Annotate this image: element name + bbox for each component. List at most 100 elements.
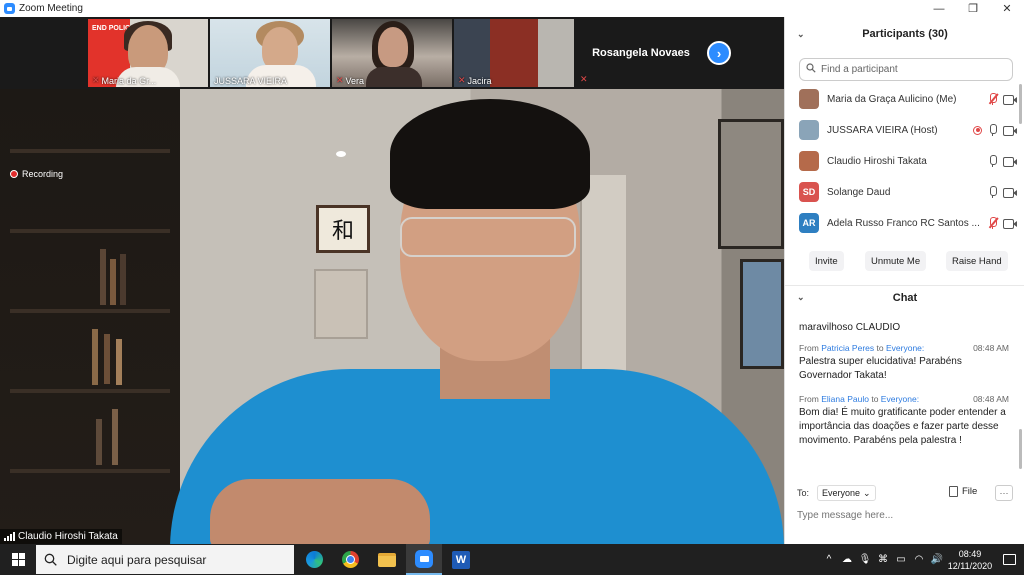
start-button[interactable]: [0, 544, 36, 575]
mic-icon[interactable]: [987, 186, 998, 198]
participants-scrollbar[interactable]: [1019, 84, 1022, 124]
avatar: [799, 120, 819, 140]
muted-mic-icon: ✕: [580, 74, 588, 84]
picture-frame: [718, 119, 784, 249]
speaker-glasses: [400, 217, 576, 257]
participant-row[interactable]: Maria da Graça Aulicino (Me): [785, 84, 1021, 114]
network-icon[interactable]: ⌘: [874, 544, 892, 575]
video-tile[interactable]: ✕ Vera: [332, 19, 452, 87]
mic-icon[interactable]: [987, 155, 998, 167]
microphone-icon[interactable]: 🎙: [856, 544, 874, 575]
video-tile[interactable]: JUSSARA VIEIRA: [210, 19, 330, 87]
unmute-me-button[interactable]: Unmute Me: [865, 251, 927, 271]
chat-message: From Patricia Peres to Everyone: 08:48 A…: [799, 343, 1009, 383]
chrome-icon: [341, 551, 359, 568]
chat-scrollbar[interactable]: [1019, 429, 1022, 469]
folder-icon: [378, 552, 396, 567]
invite-button[interactable]: Invite: [809, 251, 844, 271]
taskbar-chrome[interactable]: [332, 544, 368, 575]
next-page-button[interactable]: ›: [707, 41, 731, 65]
active-speaker-video: 和 Recording Claudio Hiroshi Takata: [0, 89, 784, 544]
more-options-button[interactable]: ···: [995, 485, 1013, 501]
participant-name: Maria da Graça Aulicino (Me): [827, 93, 957, 105]
chat-title: Chat: [892, 291, 918, 304]
muted-mic-icon: ✕: [92, 75, 100, 85]
zoom-icon: [415, 549, 433, 568]
chevron-down-icon: ⌄: [863, 487, 871, 498]
chat-message-input[interactable]: [797, 505, 1013, 525]
participant-row[interactable]: JUSSARA VIEIRA (Host): [785, 115, 1021, 145]
bookshelf: [0, 89, 180, 544]
participants-header: ⌄ Participants (30): [785, 17, 1024, 51]
onedrive-icon[interactable]: ☁: [838, 544, 856, 575]
participant-row[interactable]: SD Solange Daud: [785, 177, 1021, 207]
video-camera-icon[interactable]: [1003, 156, 1017, 167]
video-camera-icon[interactable]: [1003, 218, 1017, 229]
mic-icon[interactable]: [987, 124, 998, 136]
video-tile[interactable]: END POLIO NOW ✕ Maria da Gr...: [88, 19, 208, 87]
title-bar: Zoom Meeting — ❐ ✕: [0, 0, 1024, 17]
search-icon: [44, 553, 57, 566]
edge-icon: [305, 551, 323, 568]
system-tray: ^ ☁ 🎙 ⌘ ▭ ◠ 🔊 08:49 12/11/2020: [820, 544, 1024, 575]
raise-hand-button[interactable]: Raise Hand: [946, 251, 1008, 271]
message-time: 08:48 AM: [973, 343, 1009, 353]
participants-title: Participants (30): [862, 28, 948, 40]
mic-muted-icon[interactable]: [987, 217, 999, 229]
participant-search[interactable]: Find a participant: [799, 58, 1013, 81]
recipient-select[interactable]: Everyone ⌄: [817, 485, 876, 501]
video-tile[interactable]: ✕ Jacira: [454, 19, 574, 87]
message-text: maravilhoso CLAUDIO: [799, 322, 901, 333]
chevron-down-icon[interactable]: ⌄: [797, 292, 805, 303]
chat-messages: maravilhoso CLAUDIO From Patricia Peres …: [785, 309, 1021, 475]
chevron-down-icon[interactable]: ⌄: [797, 29, 805, 40]
clock[interactable]: 08:49 12/11/2020: [946, 548, 994, 572]
muted-mic-icon: ✕: [336, 75, 344, 85]
notification-button[interactable]: [994, 544, 1024, 575]
wifi-icon[interactable]: ◠: [910, 544, 928, 575]
participant-row[interactable]: Claudio Hiroshi Takata: [785, 146, 1021, 176]
meeting-area: END POLIO NOW ✕ Maria da Gr... JUSSARA VI…: [0, 17, 784, 544]
video-camera-icon[interactable]: [1003, 94, 1017, 105]
side-panel: ⌄ Participants (30) Find a participant M…: [784, 17, 1024, 544]
taskbar-file-explorer[interactable]: [369, 544, 405, 575]
tile-name: ✕ Vera: [336, 75, 365, 86]
taskbar-word[interactable]: W: [443, 544, 479, 575]
taskbar-search[interactable]: Digite aqui para pesquisar: [36, 545, 294, 574]
taskbar-edge[interactable]: [296, 544, 332, 575]
minimize-button[interactable]: —: [922, 0, 956, 17]
speaker-hand: [210, 479, 430, 544]
video-camera-icon[interactable]: [1003, 187, 1017, 198]
battery-icon[interactable]: ▭: [892, 544, 910, 575]
maximize-button[interactable]: ❐: [956, 0, 990, 17]
video-tile-off[interactable]: Rosangela Novaes ✕: [576, 19, 706, 87]
close-button[interactable]: ✕: [990, 0, 1024, 17]
search-icon: [806, 63, 816, 76]
sender-name[interactable]: Patricia Peres: [821, 343, 874, 353]
calligraphy-frame: 和: [316, 205, 370, 253]
participant-name: Claudio Hiroshi Takata: [827, 155, 927, 167]
message-text: Bom dia! É muito gratificante poder ente…: [799, 407, 1006, 446]
chat-message: maravilhoso CLAUDIO: [799, 319, 1009, 335]
file-button[interactable]: File: [949, 486, 977, 497]
avatar: SD: [799, 182, 819, 202]
chat-message: From Eliana Paulo to Everyone: 08:48 AM …: [799, 394, 1009, 448]
participant-name: Adela Russo Franco RC Santos ...: [827, 217, 979, 229]
speaker-name-label: Claudio Hiroshi Takata: [0, 529, 122, 544]
signal-icon: [4, 532, 15, 541]
tile-name: ✕ Jacira: [458, 75, 492, 86]
video-camera-icon[interactable]: [1003, 125, 1017, 136]
tray-chevron-icon[interactable]: ^: [820, 544, 838, 575]
tile-name: JUSSARA VIEIRA: [214, 76, 288, 86]
mic-muted-icon[interactable]: [987, 93, 999, 105]
file-icon: [949, 486, 958, 497]
chat-header: ⌄ Chat: [785, 285, 1024, 309]
taskbar-search-input[interactable]: Digite aqui para pesquisar: [67, 553, 206, 567]
sender-name[interactable]: Eliana Paulo: [821, 394, 869, 404]
participant-row[interactable]: AR Adela Russo Franco RC Santos ...: [785, 208, 1021, 238]
zoom-app-icon: [4, 3, 15, 14]
windows-logo-icon: [11, 553, 25, 566]
search-input[interactable]: Find a participant: [821, 64, 898, 75]
volume-icon[interactable]: 🔊: [928, 544, 946, 575]
taskbar-zoom[interactable]: [406, 544, 442, 575]
